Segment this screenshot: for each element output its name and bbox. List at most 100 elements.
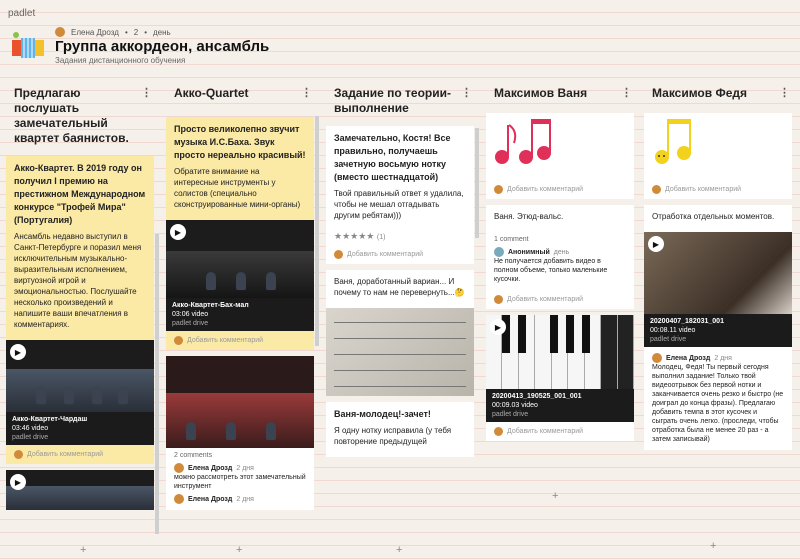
post-body: Обратите внимание на интересные инструме…: [174, 167, 301, 209]
column-scrollbar[interactable]: [475, 128, 479, 238]
author-name[interactable]: Елена Дрозд: [71, 28, 119, 37]
post-body: Ваня, доработанный вариан... И почему то…: [334, 277, 465, 297]
column-title: Максимов Ваня ⋮: [486, 82, 634, 103]
comment-author: Елена Дрозд: [666, 354, 711, 362]
post-card[interactable]: Акко-Квартет. В 2019 году он получил I п…: [6, 156, 154, 464]
accordion-logo-icon: [12, 32, 44, 58]
post-heading: Замечательно, Костя! Все правильно, полу…: [334, 133, 451, 182]
add-post-button[interactable]: +: [710, 540, 716, 552]
comment-age: 2 дня: [714, 354, 732, 362]
column-2: Акко-Quartet ⋮ Просто великолепно звучит…: [166, 82, 319, 516]
post-heading: Акко-Квартет. В 2019 году он получил I п…: [14, 163, 146, 225]
add-comment-button[interactable]: Добавить комментарий: [486, 422, 634, 441]
video-thumbnail[interactable]: ▶: [644, 232, 792, 314]
add-post-button[interactable]: +: [80, 544, 86, 556]
comment-author: Анонимный: [508, 248, 550, 256]
video-thumbnail[interactable]: ▶: [166, 220, 314, 298]
photo[interactable]: [166, 356, 314, 448]
play-icon[interactable]: ▶: [10, 344, 26, 360]
post-card[interactable]: ▶: [6, 470, 154, 510]
post-card[interactable]: Добавить комментарий: [644, 113, 792, 199]
add-comment-button[interactable]: Добавить комментарий: [326, 245, 474, 264]
post-card[interactable]: Замечательно, Костя! Все правильно, полу…: [326, 126, 474, 264]
video-source: padlet drive: [650, 336, 687, 343]
video-title: 20200407_182031_001: [650, 318, 724, 325]
column-menu-icon[interactable]: ⋮: [621, 86, 632, 101]
dot-separator: •: [124, 27, 128, 37]
post-card[interactable]: Отработка отдельных моментов. ▶ 20200407…: [644, 205, 792, 450]
post-card[interactable]: Добавить комментарий: [486, 113, 634, 199]
column-4: Максимов Ваня ⋮ Добавить комментарий Ван…: [486, 82, 634, 447]
column-title: Предлагаю послушать замечательный кварте…: [6, 82, 154, 148]
add-comment-label: Добавить комментарий: [507, 186, 584, 193]
avatar: [494, 247, 504, 257]
add-post-button[interactable]: +: [552, 490, 558, 502]
column-menu-icon[interactable]: ⋮: [301, 86, 312, 101]
rating-stars[interactable]: ★★★★★ (1): [326, 231, 474, 245]
video-meta: 00:09.03 video: [492, 402, 538, 409]
add-comment-label: Добавить комментарий: [665, 186, 742, 193]
avatar: [334, 250, 343, 259]
post-count: 2: [133, 27, 139, 37]
column-menu-icon[interactable]: ⋮: [461, 86, 472, 101]
column-3: Задание по теории-выполнение ⋮ Замечател…: [326, 82, 479, 463]
add-comment-label: Добавить комментарий: [27, 451, 104, 458]
play-icon[interactable]: ▶: [170, 224, 186, 240]
board-meta: Елена Дрозд • 2 • день: [55, 27, 171, 37]
column-title-text: Максимов Федя: [652, 86, 748, 100]
add-comment-button[interactable]: Добавить комментарий: [6, 445, 154, 464]
post-card[interactable]: Ваня. Этюд-вальс. 1 comment Анонимный ден…: [486, 205, 634, 309]
post-card[interactable]: Ваня, доработанный вариан... И почему то…: [326, 270, 474, 396]
post-card[interactable]: Ваня-молодец!-зачет! Я одну нотку исправ…: [326, 402, 474, 457]
avatar: [174, 336, 183, 345]
play-icon[interactable]: ▶: [648, 236, 664, 252]
comment-text: можно рассмотреть этот замечательный инс…: [174, 474, 306, 490]
post-card[interactable]: ▶ 20200413_190525_001_001 00:09.03 video…: [486, 315, 634, 441]
column-title: Максимов Федя ⋮: [644, 82, 792, 103]
video-info: Акко-Квартет-Чардаш 03:46 video padlet d…: [6, 412, 154, 445]
avatar: [174, 494, 184, 504]
comment: Елена Дрозд 2 дня Молодец, Федя! Ты первы…: [644, 347, 792, 450]
add-post-button[interactable]: +: [396, 544, 402, 556]
post-card[interactable]: Просто великолепно звучит музыка И.С.Бах…: [166, 117, 314, 350]
column-scrollbar[interactable]: [155, 234, 159, 534]
play-icon[interactable]: ▶: [10, 474, 26, 490]
post-card[interactable]: 2 comments Елена Дрозд 2 дня можно рассмо…: [166, 356, 314, 510]
add-post-button[interactable]: +: [236, 544, 242, 556]
video-thumbnail[interactable]: ▶: [486, 315, 634, 389]
column-menu-icon[interactable]: ⋮: [779, 86, 790, 101]
comment: Анонимный день Не получается добавить вид…: [486, 245, 634, 290]
comment-age: 2 дня: [236, 495, 254, 503]
comment-age: день: [553, 248, 570, 256]
video-info: Акко-Квартет-Бах-мал 03:06 video padlet …: [166, 298, 314, 331]
padlet-brand[interactable]: padlet: [8, 8, 35, 19]
video-thumbnail[interactable]: ▶: [6, 470, 154, 510]
video-meta: 00:08.11 video: [650, 327, 696, 334]
board-subtitle: Задания дистанционного обучения: [55, 56, 186, 65]
star-icons[interactable]: ★★★★★: [334, 231, 374, 241]
sheet-music-photo[interactable]: [326, 308, 474, 396]
video-source: padlet drive: [12, 434, 49, 441]
add-comment-button[interactable]: Добавить комментарий: [166, 331, 314, 350]
comment-age: 2 дня: [236, 464, 254, 472]
avatar: [652, 185, 661, 194]
comment: Елена Дрозд 2 дня можно рассмотреть этот …: [166, 461, 314, 510]
video-source: padlet drive: [492, 411, 529, 418]
add-comment-button[interactable]: Добавить комментарий: [486, 180, 634, 199]
column-menu-icon[interactable]: ⋮: [141, 86, 152, 101]
comment-author: Елена Дрозд: [188, 464, 233, 472]
add-comment-button[interactable]: Добавить комментарий: [644, 180, 792, 199]
comments-count[interactable]: 1 comment: [486, 232, 634, 245]
play-icon[interactable]: ▶: [490, 319, 506, 335]
comment-author: Елена Дрозд: [188, 495, 233, 503]
video-title: Акко-Квартет-Бах-мал: [172, 302, 249, 309]
column-scrollbar[interactable]: [315, 116, 319, 346]
comment-text: Молодец, Федя! Ты первый сегодня выполни…: [652, 364, 784, 443]
comments-count[interactable]: 2 comments: [166, 448, 314, 461]
post-heading: Ваня-молодец!-зачет!: [334, 409, 431, 419]
add-comment-button[interactable]: Добавить комментарий: [486, 290, 634, 309]
video-thumbnail[interactable]: ▶: [6, 340, 154, 412]
add-comment-label: Добавить комментарий: [347, 251, 424, 258]
board-header: padlet Елена Дрозд • 2 • день Группа акк…: [0, 0, 800, 80]
board-age: день: [153, 27, 171, 37]
